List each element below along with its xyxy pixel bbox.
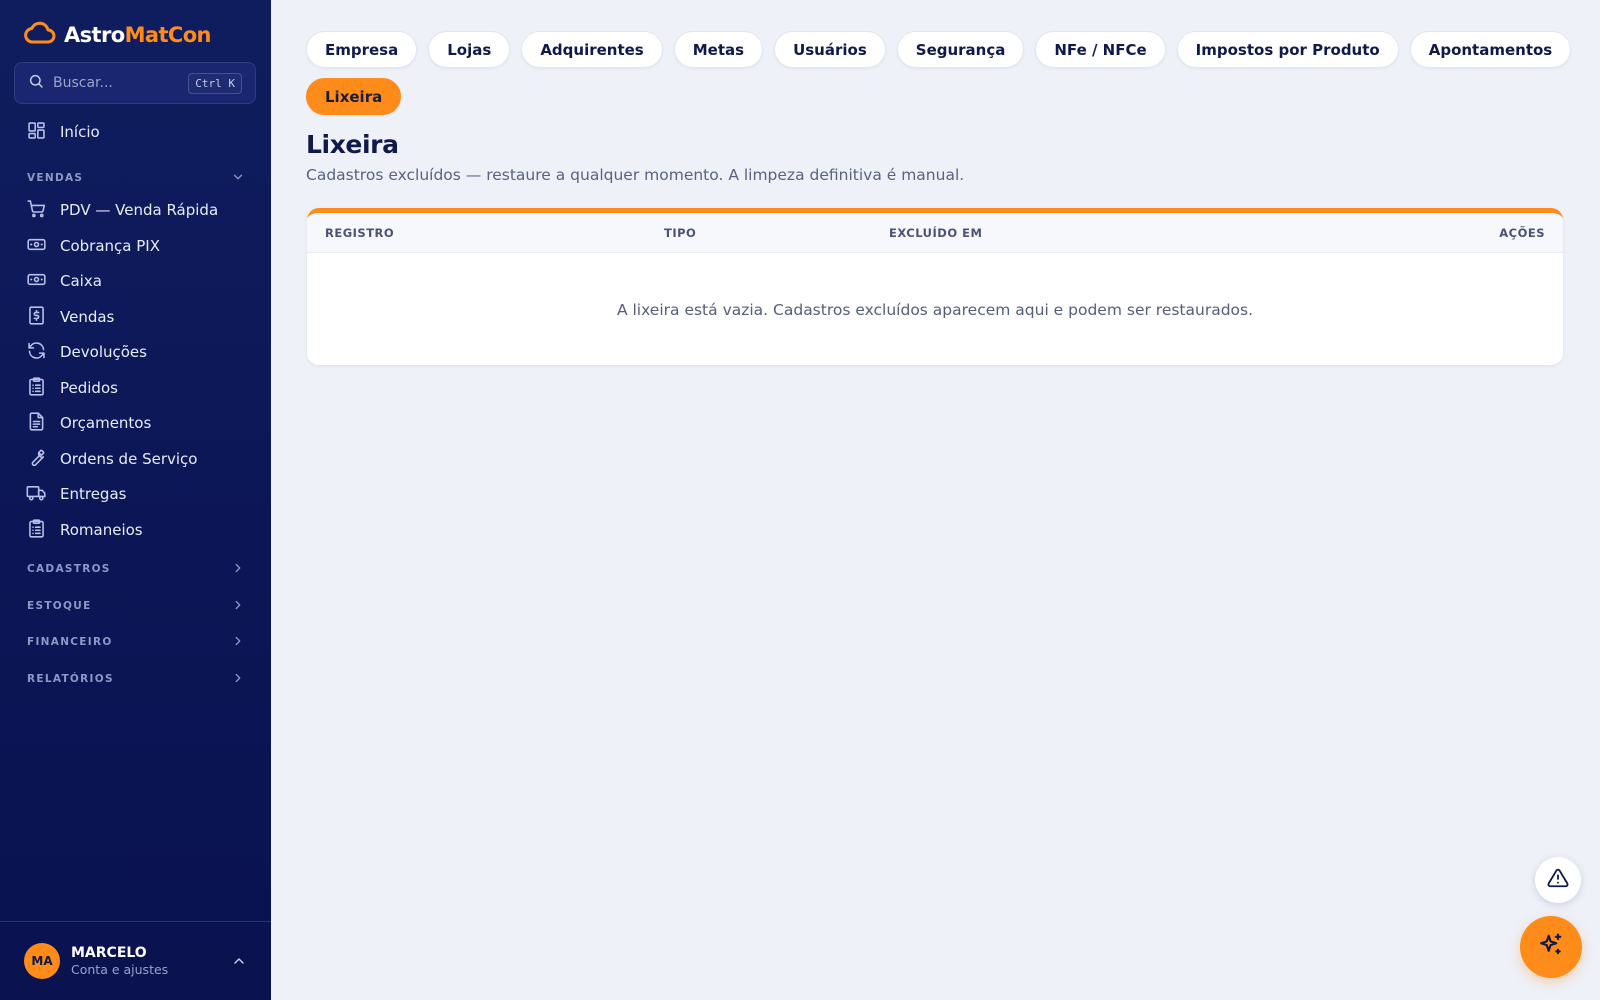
chevron-up-icon [231,953,247,969]
brand-logo[interactable]: AstroMatCon [24,20,211,50]
column-header-excluido-em[interactable]: EXCLUÍDO EM [889,226,982,240]
page-title: Lixeira [306,130,399,159]
section-cadastros[interactable]: CADASTROS [27,559,245,579]
column-header-registro[interactable]: REGISTRO [325,226,394,240]
column-header-acoes: AÇÕES [1499,226,1545,240]
section-label: FINANCEIRO [27,636,113,648]
banknote-icon [26,234,47,259]
sidebar-item-caixa[interactable]: Caixa [26,266,102,296]
empty-state-message: A lixeira está vazia. Cadastros excluído… [616,301,1254,319]
sidebar-item-ordens-de-servico[interactable]: Ordens de Serviço [26,444,197,474]
section-label: ESTOQUE [27,600,92,612]
sidebar-item-label: Caixa [60,272,102,290]
sidebar-item-label: Início [60,123,100,141]
receipt-dollar-icon [26,305,47,330]
chevron-right-icon [231,671,245,688]
clipboard-icon [26,518,47,543]
brand-name-part1: Astro [64,23,125,47]
search-box[interactable]: Ctrl K [14,62,256,104]
chevron-right-icon [231,561,245,578]
sparkles-icon [1537,931,1565,963]
tab-metas[interactable]: Metas [673,31,764,68]
tab-adquirentes[interactable]: Adquirentes [521,31,663,68]
tab-usuarios[interactable]: Usuários [774,31,886,68]
section-relatorios[interactable]: RELATÓRIOS [27,669,245,689]
table-header: REGISTRO TIPO EXCLUÍDO EM AÇÕES [307,213,1563,253]
page-subtitle: Cadastros excluídos — restaure a qualque… [306,166,965,184]
section-label: RELATÓRIOS [27,673,114,685]
sidebar-item-vendas[interactable]: Vendas [26,302,114,332]
search-icon [28,73,44,93]
sidebar: AstroMatCon Ctrl K Início VENDAS PDV — V… [0,0,271,1000]
sidebar-item-pedidos[interactable]: Pedidos [26,373,118,403]
settings-tabs: Empresa Lojas Adquirentes Metas Usuários… [306,31,1576,115]
cloud-icon [24,20,56,50]
tab-lojas[interactable]: Lojas [428,31,511,68]
refresh-icon [26,340,47,365]
sidebar-item-orcamentos[interactable]: Orçamentos [26,408,151,438]
truck-icon [26,482,47,507]
tab-nfe-nfce[interactable]: NFe / NFCe [1035,31,1166,68]
trash-table: REGISTRO TIPO EXCLUÍDO EM AÇÕES A lixeir… [307,208,1563,365]
user-subtitle: Conta e ajustes [71,962,169,977]
sidebar-item-inicio[interactable]: Início [26,117,100,147]
sidebar-item-label: Entregas [60,485,127,503]
sidebar-item-label: Orçamentos [60,414,152,432]
tab-empresa[interactable]: Empresa [306,31,418,68]
section-label: CADASTROS [27,563,111,575]
chevron-down-icon [231,170,245,187]
sidebar-item-label: Devoluções [60,343,147,361]
sidebar-item-entregas[interactable]: Entregas [26,479,126,509]
sidebar-item-label: Romaneios [60,521,143,539]
document-icon [26,411,47,436]
dashboard-grid-icon [26,120,47,145]
sidebar-item-label: Cobrança PIX [60,237,160,255]
sidebar-item-label: Ordens de Serviço [60,450,198,468]
sidebar-item-devolucoes[interactable]: Devoluções [26,337,147,367]
column-header-tipo[interactable]: TIPO [664,226,696,240]
cart-icon [26,198,47,223]
sidebar-item-label: PDV — Venda Rápida [60,201,219,219]
tab-apontamentos[interactable]: Apontamentos [1409,31,1572,68]
section-vendas[interactable]: VENDAS [27,168,245,188]
wrench-icon [26,447,47,472]
search-input[interactable] [53,75,173,91]
sidebar-item-label: Pedidos [60,379,118,397]
alert-button[interactable] [1535,857,1581,903]
sidebar-item-romaneios[interactable]: Romaneios [26,515,143,545]
clipboard-icon [26,376,47,401]
user-info: MARCELO Conta e ajustes [71,945,168,977]
tab-lixeira[interactable]: Lixeira [306,78,402,115]
user-menu[interactable]: MA MARCELO Conta e ajustes [0,921,271,1000]
tab-seguranca[interactable]: Segurança [896,31,1025,68]
ai-assistant-button[interactable] [1520,916,1582,978]
search-shortcut: Ctrl K [188,72,242,94]
sidebar-item-pdv[interactable]: PDV — Venda Rápida [26,195,218,225]
user-name: MARCELO [71,945,147,961]
section-label: VENDAS [27,172,84,184]
tab-impostos-por-produto[interactable]: Impostos por Produto [1176,31,1399,68]
sidebar-item-label: Vendas [60,308,115,326]
section-estoque[interactable]: ESTOQUE [27,596,245,616]
chevron-right-icon [231,598,245,615]
chevron-right-icon [231,634,245,651]
brand-name: AstroMatCon [64,23,211,47]
section-financeiro[interactable]: FINANCEIRO [27,632,245,652]
sidebar-item-cobranca-pix[interactable]: Cobrança PIX [26,231,160,261]
warning-triangle-icon [1547,867,1569,893]
banknote-icon [26,269,47,294]
brand-name-part2: MatCon [124,23,212,47]
avatar: MA [24,943,60,979]
